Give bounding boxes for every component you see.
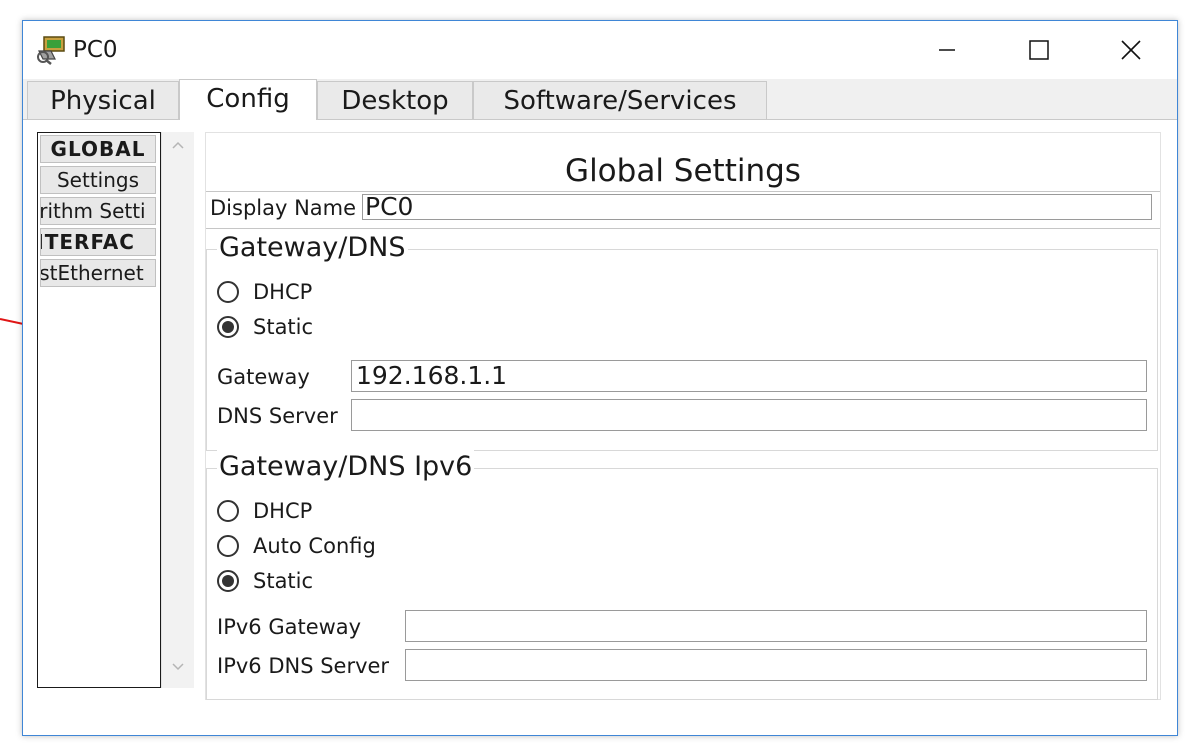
sidebar-scrollbar[interactable] [161, 132, 194, 688]
sidebar-header-interface[interactable]: NTERFAC [40, 228, 156, 256]
title-bar[interactable]: PC0 [23, 21, 1177, 79]
dns-server-label: DNS Server [217, 404, 338, 428]
display-name-input[interactable]: PC0 [362, 194, 1152, 220]
sidebar-item-settings[interactable]: Settings [40, 166, 156, 194]
minimize-button[interactable] [901, 21, 993, 79]
gateway-dns-group: Gateway/DNS DHCP Static Gateway 192.168.… [206, 230, 1158, 451]
gateway-dns-ipv6-title: Gateway/DNS Ipv6 [217, 449, 475, 485]
radio-unchecked-icon [217, 535, 239, 557]
close-icon [1121, 40, 1141, 60]
config-sidebar: GLOBAL Settings orithm Setti NTERFAC ast… [37, 132, 161, 688]
tab-desktop[interactable]: Desktop [317, 81, 473, 119]
gateway-dns-ipv6-group: Gateway/DNS Ipv6 DHCP Auto Config Static… [206, 449, 1158, 700]
gateway-dhcp-label: DHCP [253, 280, 313, 304]
pc0-window: PC0 Physical Config Desktop Software/Ser… [22, 20, 1178, 736]
minimize-icon [939, 49, 955, 51]
gateway-label: Gateway [217, 365, 310, 389]
ipv6-dhcp-radio[interactable]: DHCP [217, 497, 312, 525]
radio-checked-icon [217, 570, 239, 592]
chevron-down-icon [172, 663, 184, 671]
radio-unchecked-icon [217, 281, 239, 303]
ipv6-dhcp-label: DHCP [253, 499, 313, 523]
tab-software-services[interactable]: Software/Services [473, 81, 767, 119]
divider [206, 228, 1160, 229]
gateway-static-label: Static [253, 315, 314, 339]
tab-config[interactable]: Config [179, 79, 317, 120]
background-link-line [0, 318, 24, 325]
pc-app-icon [37, 36, 65, 65]
global-settings-panel: Global Settings Display Name PC0 Gateway… [205, 132, 1161, 700]
tab-physical[interactable]: Physical [27, 81, 179, 119]
sidebar-item-fastethernet[interactable]: astEthernet [40, 259, 156, 287]
maximize-icon [1029, 40, 1049, 60]
gateway-input[interactable]: 192.168.1.1 [351, 360, 1147, 392]
ipv6-dns-server-input[interactable] [405, 649, 1147, 681]
page-title: Global Settings [565, 153, 801, 189]
ipv6-gateway-label: IPv6 Gateway [217, 615, 362, 639]
display-name-label: Display Name [210, 196, 357, 220]
close-button[interactable] [1085, 21, 1177, 79]
divider [206, 191, 1160, 192]
gateway-dhcp-radio[interactable]: DHCP [217, 278, 312, 306]
chevron-up-icon [172, 141, 184, 149]
ipv6-gateway-input[interactable] [405, 610, 1147, 642]
sidebar-item-algorithm-settings[interactable]: orithm Setti [40, 197, 156, 225]
config-content: GLOBAL Settings orithm Setti NTERFAC ast… [23, 120, 1177, 735]
gateway-static-radio[interactable]: Static [217, 313, 313, 341]
window-title: PC0 [73, 37, 118, 63]
ipv6-static-label: Static [253, 569, 314, 593]
radio-checked-icon [217, 316, 239, 338]
radio-unchecked-icon [217, 500, 239, 522]
scroll-up-button[interactable] [162, 138, 194, 160]
tab-bar: Physical Config Desktop Software/Service… [23, 79, 1177, 120]
ipv6-auto-config-label: Auto Config [253, 534, 376, 558]
gateway-dns-title: Gateway/DNS [217, 230, 408, 266]
dns-server-input[interactable] [351, 399, 1147, 431]
ipv6-dns-server-label: IPv6 DNS Server [217, 654, 390, 678]
ipv6-auto-config-radio[interactable]: Auto Config [217, 532, 376, 560]
maximize-button[interactable] [993, 21, 1085, 79]
sidebar-header-global[interactable]: GLOBAL [40, 135, 156, 163]
scroll-down-button[interactable] [162, 660, 194, 682]
ipv6-static-radio[interactable]: Static [217, 567, 313, 595]
